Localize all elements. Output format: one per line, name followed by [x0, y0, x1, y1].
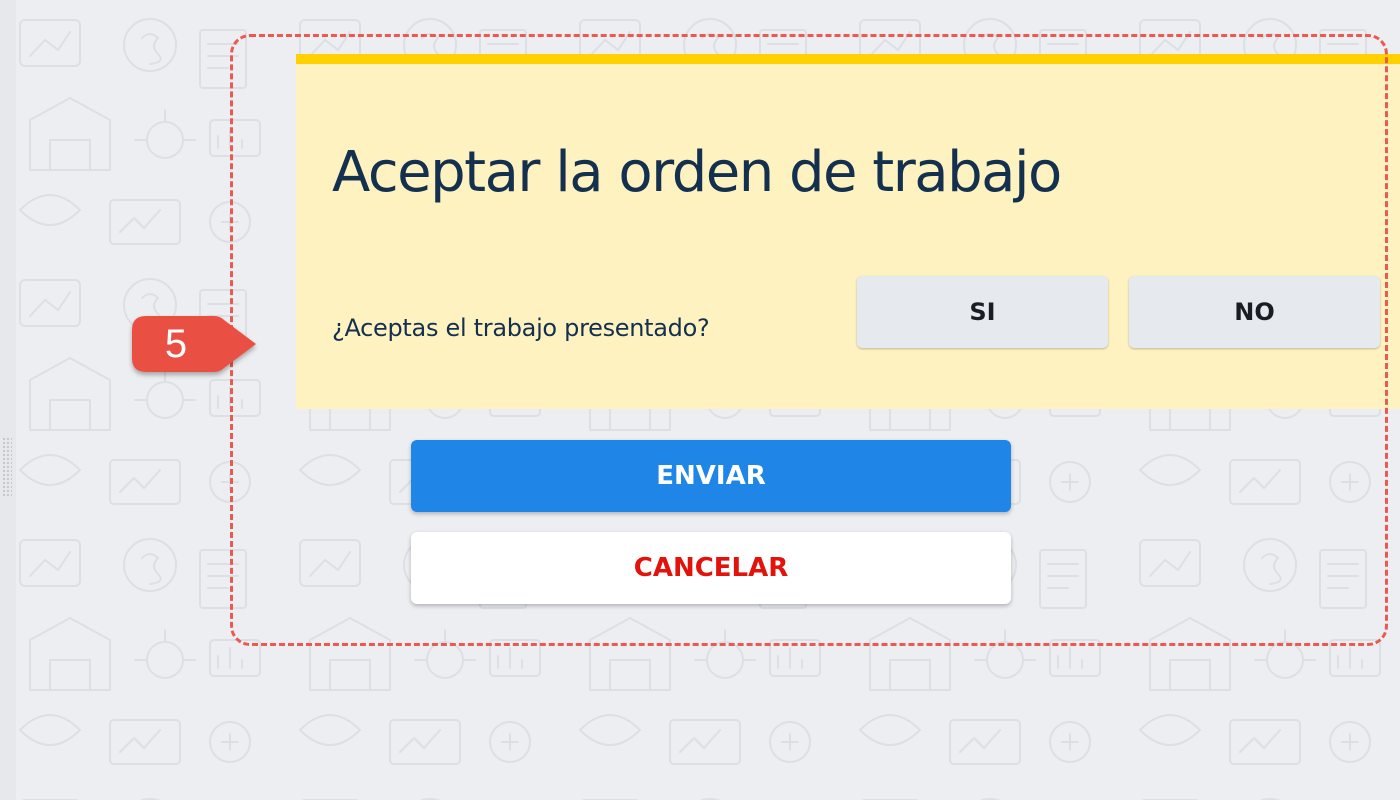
no-option-button[interactable]: NO — [1129, 276, 1380, 348]
card-title: Aceptar la orden de trabajo — [332, 140, 1062, 205]
step-number: 5 — [164, 321, 188, 366]
submit-button[interactable]: ENVIAR — [411, 440, 1011, 512]
acceptance-question: ¿Aceptas el trabajo presentado? — [332, 314, 710, 342]
work-order-acceptance-card: Aceptar la orden de trabajo ¿Aceptas el … — [296, 54, 1400, 409]
yes-option-button[interactable]: SI — [857, 276, 1108, 348]
cancel-button[interactable]: CANCELAR — [411, 532, 1011, 604]
panel-drag-handle[interactable] — [2, 437, 12, 497]
left-edge-strip — [0, 0, 16, 800]
